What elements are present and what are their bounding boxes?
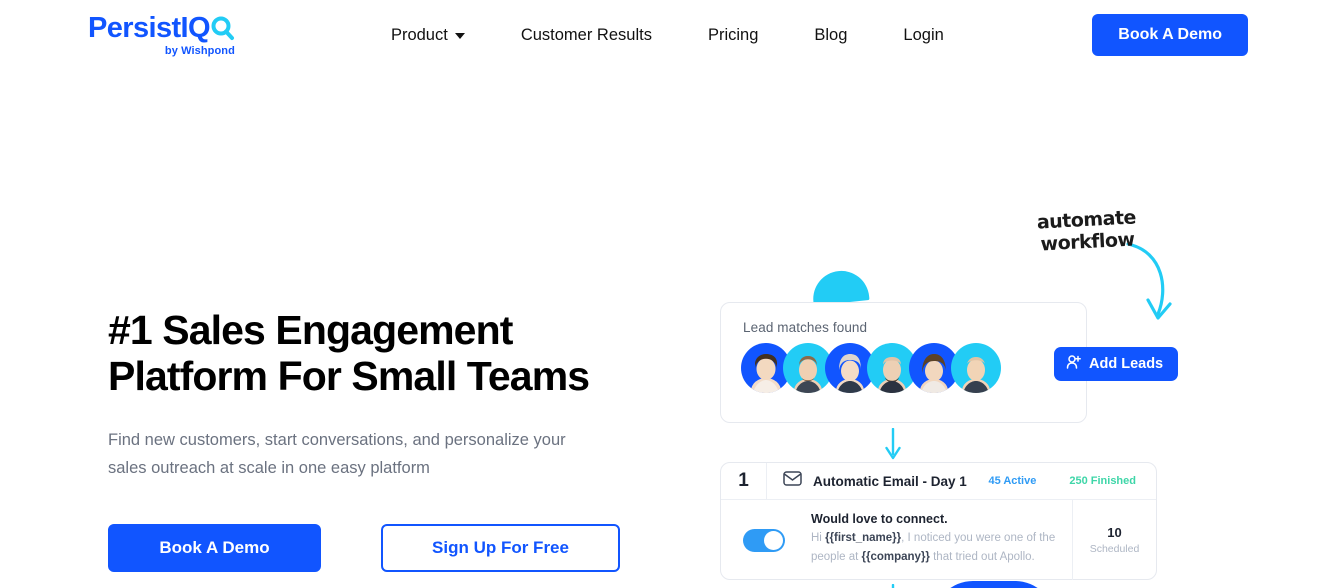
nav-label: Product — [390, 25, 448, 44]
nav-item-customer-results[interactable]: Customer Results — [493, 26, 680, 45]
logo-text: PersistIQ — [88, 11, 211, 44]
site-header: PersistIQ by Wishpond Product Customer R… — [0, 0, 1336, 70]
header-book-demo-button[interactable]: Book A Demo — [1092, 14, 1248, 56]
hero-cta-group: Book A Demo Sign Up For Free — [108, 524, 668, 573]
curved-arrow-icon — [1126, 242, 1172, 320]
hero-book-demo-button[interactable]: Book A Demo — [108, 524, 321, 573]
scheduled-stat: 10 Scheduled — [1072, 500, 1156, 580]
lead-matches-title: Lead matches found — [743, 320, 868, 335]
finished-count-badge: 250 Finished — [1069, 475, 1136, 487]
email-step-card: 1 Automatic Email - Day 1 45 Active 250 … — [720, 462, 1157, 580]
nav-label: Pricing — [707, 25, 759, 44]
lead-avatar-row — [721, 343, 1086, 393]
hero-subtitle: Find new customers, start conversations,… — [108, 430, 566, 478]
add-leads-label: Add Leads — [1089, 356, 1164, 372]
email-step-header: 1 Automatic Email - Day 1 45 Active 250 … — [721, 463, 1156, 500]
nav-item-blog[interactable]: Blog — [786, 26, 875, 45]
email-enabled-toggle[interactable] — [743, 528, 785, 552]
merge-token-first-name: {{first_name}} — [825, 532, 902, 544]
toggle-knob — [764, 530, 783, 550]
nav-label: Blog — [814, 25, 848, 44]
step-number: 1 — [721, 463, 767, 499]
brand-logo[interactable]: PersistIQ by Wishpond — [88, 13, 235, 57]
active-count-badge: 45 Active — [988, 475, 1037, 487]
email-step-title: Automatic Email - Day 1 — [813, 473, 967, 489]
email-header-main: Automatic Email - Day 1 45 Active 250 Fi… — [767, 471, 1156, 491]
email-body-text: Hi {{first_name}}, I noticed you were on… — [811, 529, 1062, 567]
merge-token-company: {{company}} — [861, 550, 930, 563]
envelope-icon — [783, 471, 802, 491]
scheduled-label: Scheduled — [1089, 543, 1140, 555]
add-person-icon — [1066, 354, 1082, 374]
nav-label: Login — [903, 25, 944, 44]
automate-workflow-annotation: automate workflow — [1036, 206, 1137, 256]
hero-section: #1 Sales Engagement Platform For Small T… — [0, 70, 1336, 588]
scheduled-count: 10 — [1107, 525, 1122, 540]
down-arrow-icon-1 — [885, 428, 901, 460]
email-subject: Would love to connect. — [811, 512, 948, 526]
email-body-part-1: Hi — [811, 532, 826, 544]
hero-copy: #1 Sales Engagement Platform For Small T… — [108, 70, 668, 588]
email-step-body: Would love to connect. Hi {{first_name}}… — [721, 500, 1156, 580]
nav-item-pricing[interactable]: Pricing — [680, 26, 786, 45]
nav-label: Customer Results — [520, 25, 652, 44]
nav-item-login[interactable]: Login — [875, 26, 971, 45]
email-preview: Would love to connect. Hi {{first_name}}… — [799, 500, 1072, 580]
lead-matches-card: Lead matches found — [720, 302, 1087, 423]
logo-tagline: by Wishpond — [164, 45, 235, 57]
hero-signup-button[interactable]: Sign Up For Free — [381, 524, 620, 573]
add-leads-button[interactable]: Add Leads — [1054, 347, 1179, 381]
email-toggle-wrap — [721, 500, 799, 580]
page-title: #1 Sales Engagement Platform For Small T… — [108, 307, 590, 400]
nav-item-product[interactable]: Product — [363, 26, 493, 45]
email-body-part-3: that tried out Apollo. — [929, 550, 1035, 563]
chevron-down-icon — [454, 33, 465, 39]
magnifier-icon — [210, 13, 235, 43]
down-arrow-icon-2 — [891, 584, 895, 588]
logo-wordmark: PersistIQ — [88, 13, 235, 43]
main-navigation: Product Customer Results Pricing Blog Lo… — [363, 26, 972, 45]
lead-avatar-6 — [951, 343, 1001, 393]
